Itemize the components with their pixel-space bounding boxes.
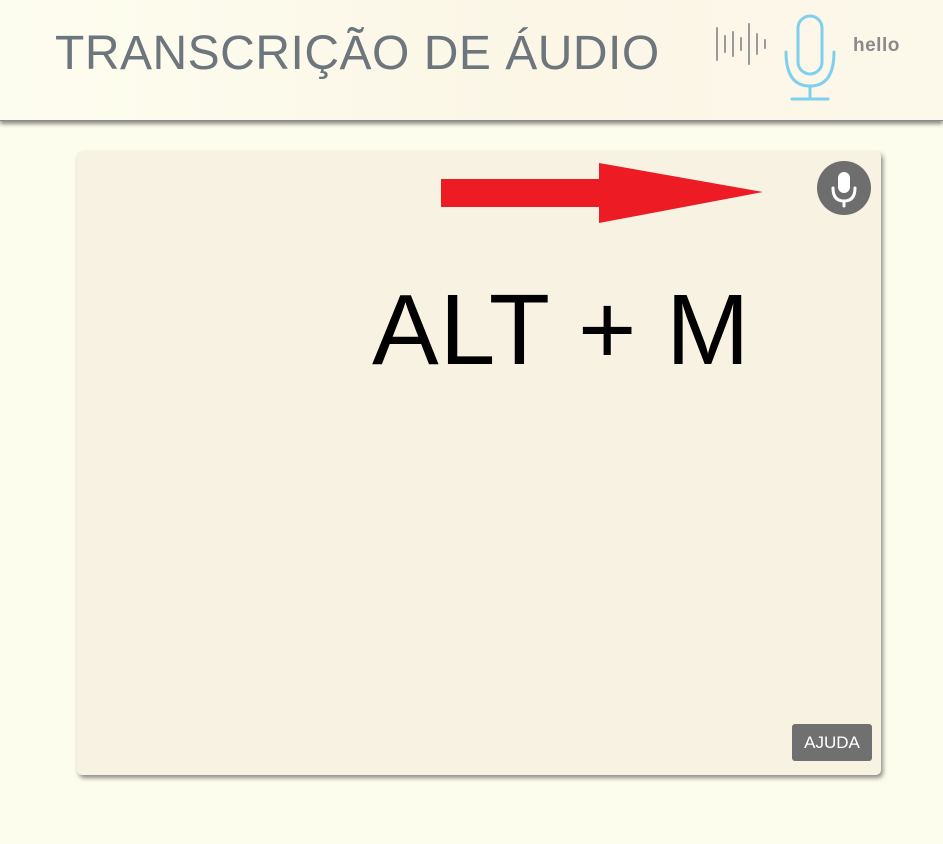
transcription-card[interactable]: ALT + M AJUDA (77, 151, 881, 775)
logo-wordmark: hello (853, 35, 900, 56)
microphone-button[interactable] (817, 161, 871, 215)
hello-logo: hello (712, 10, 912, 105)
help-button[interactable]: AJUDA (792, 724, 872, 761)
arrow-right-icon (441, 163, 763, 223)
page-title: TRANSCRIÇÃO DE ÁUDIO (55, 27, 660, 80)
soundwave-microphone-icon (716, 14, 836, 101)
header: TRANSCRIÇÃO DE ÁUDIO hello (0, 0, 943, 121)
keyboard-shortcut-text: ALT + M (372, 274, 751, 386)
microphone-icon (831, 172, 857, 208)
